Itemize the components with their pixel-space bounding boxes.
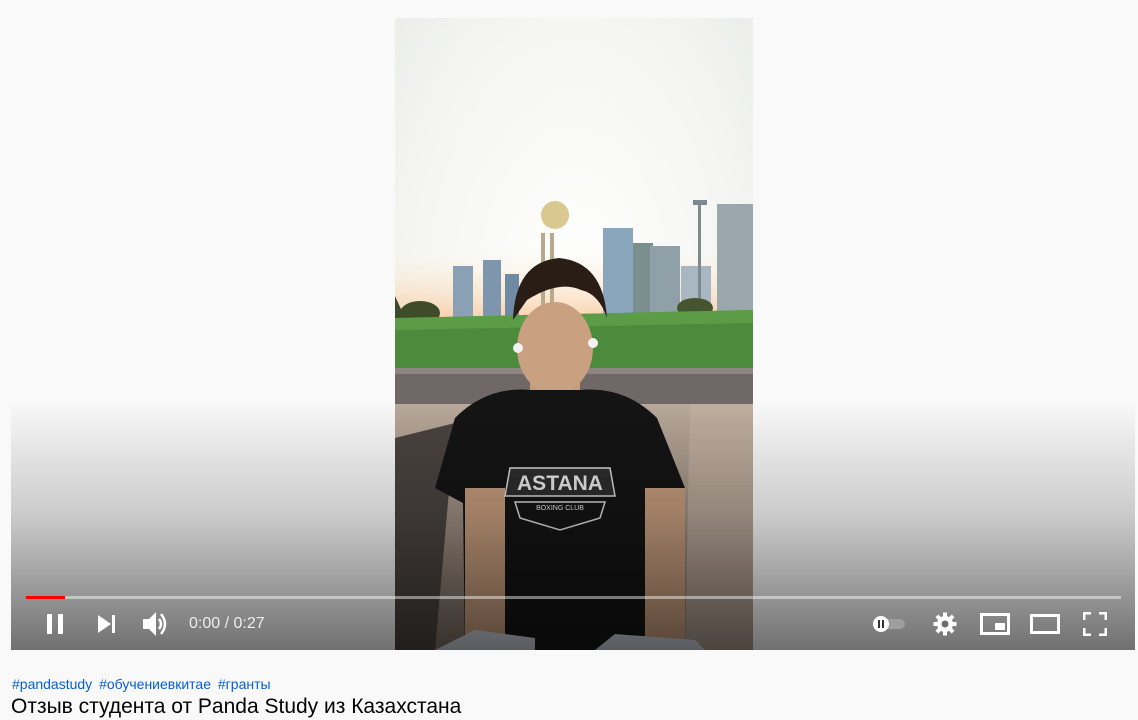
time-duration: 0:27 [233, 615, 265, 632]
page: ASTANA BOXING CLUB 0:00 / 0:27 #pandastu… [0, 0, 1138, 720]
player-controls: 0:00 / 0:27 [11, 602, 1135, 646]
shirt-logo-text: ASTANA [517, 472, 603, 495]
hashtag-link[interactable]: #pandastudy [12, 676, 92, 692]
miniplayer-icon [980, 613, 1010, 635]
progress-played [26, 596, 66, 599]
miniplayer-button[interactable] [977, 606, 1013, 642]
theater-mode-button[interactable] [1027, 606, 1063, 642]
settings-gear-icon [933, 612, 957, 636]
autoplay-toggle[interactable] [869, 606, 909, 642]
play-pause-button[interactable] [37, 606, 73, 642]
autoplay-toggle-icon [873, 616, 905, 632]
hashtag-link[interactable]: #обучениевкитае [99, 676, 211, 692]
volume-icon [143, 612, 167, 636]
time-display: 0:00 / 0:27 [189, 615, 265, 633]
fullscreen-button[interactable] [1077, 606, 1113, 642]
progress-bar[interactable] [26, 596, 1121, 599]
settings-button[interactable] [927, 606, 963, 642]
video-frame[interactable]: ASTANA BOXING CLUB [395, 18, 753, 650]
pause-icon [47, 614, 63, 634]
next-icon [98, 615, 115, 633]
time-separator: / [220, 615, 234, 632]
video-title: Отзыв студента от Panda Study из Казахст… [11, 695, 462, 718]
fullscreen-icon [1083, 612, 1107, 636]
theater-mode-icon [1030, 614, 1060, 634]
video-still-image: ASTANA BOXING CLUB [395, 18, 753, 650]
mute-button[interactable] [138, 606, 174, 642]
time-current: 0:00 [189, 615, 221, 632]
hashtag-link[interactable]: #гранты [218, 676, 271, 692]
shirt-logo-subtext: BOXING CLUB [536, 505, 584, 512]
next-button[interactable] [89, 606, 125, 642]
video-player[interactable]: ASTANA BOXING CLUB 0:00 / 0:27 [11, 0, 1135, 650]
hashtag-list: #pandastudy #обучениевкитае #гранты [12, 676, 274, 692]
